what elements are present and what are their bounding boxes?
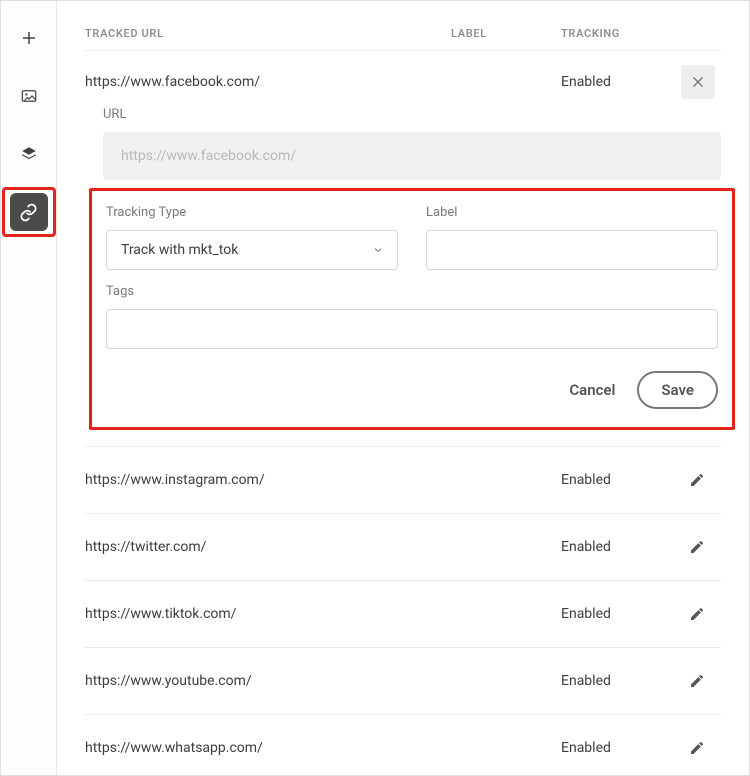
row-url: https://www.instagram.com/ bbox=[85, 472, 451, 488]
edit-button[interactable] bbox=[681, 598, 713, 630]
close-button[interactable] bbox=[681, 65, 715, 99]
table-row: https://twitter.com/ Enabled bbox=[85, 513, 721, 580]
table-header: TRACKED URL LABEL TRACKING bbox=[85, 23, 721, 50]
row-url: https://www.facebook.com/ bbox=[85, 74, 451, 90]
sidebar-item-image[interactable] bbox=[10, 77, 48, 115]
column-header-label: LABEL bbox=[451, 27, 561, 40]
tags-input[interactable] bbox=[106, 309, 718, 349]
url-list: https://www.instagram.com/ Enabled https… bbox=[85, 446, 721, 775]
pencil-icon bbox=[689, 606, 705, 622]
tags-field-label: Tags bbox=[106, 284, 718, 299]
link-icon bbox=[19, 203, 38, 222]
row-tracking: Enabled bbox=[561, 606, 681, 622]
url-field-label: URL bbox=[103, 107, 721, 122]
label-input[interactable] bbox=[426, 230, 718, 270]
table-row: https://www.tiktok.com/ Enabled bbox=[85, 580, 721, 647]
cancel-button[interactable]: Cancel bbox=[569, 381, 615, 399]
expanded-panel: URL https://www.facebook.com/ Tracking T… bbox=[103, 107, 721, 446]
url-display: https://www.facebook.com/ bbox=[103, 132, 721, 180]
tracking-type-select[interactable]: Track with mkt_tok bbox=[106, 230, 398, 270]
table-row-expanded: https://www.facebook.com/ Enabled bbox=[85, 50, 721, 113]
sidebar-item-layers[interactable] bbox=[10, 135, 48, 173]
row-tracking: Enabled bbox=[561, 472, 681, 488]
row-tracking: Enabled bbox=[561, 740, 681, 756]
table-row: https://www.whatsapp.com/ Enabled bbox=[85, 714, 721, 775]
edit-button[interactable] bbox=[681, 531, 713, 563]
pencil-icon bbox=[689, 472, 705, 488]
sidebar bbox=[1, 1, 57, 775]
row-url: https://twitter.com/ bbox=[85, 539, 451, 555]
main-content: TRACKED URL LABEL TRACKING https://www.f… bbox=[57, 1, 749, 775]
row-url: https://www.tiktok.com/ bbox=[85, 606, 451, 622]
row-tracking: Enabled bbox=[561, 539, 681, 555]
edit-button[interactable] bbox=[681, 464, 713, 496]
row-url: https://www.whatsapp.com/ bbox=[85, 740, 451, 756]
row-tracking: Enabled bbox=[561, 74, 681, 90]
layers-icon bbox=[20, 145, 38, 163]
edit-button[interactable] bbox=[681, 665, 713, 697]
row-url: https://www.youtube.com/ bbox=[85, 673, 451, 689]
column-header-tracking: TRACKING bbox=[561, 27, 681, 40]
edit-form-highlight: Tracking Type Track with mkt_tok Label bbox=[89, 188, 735, 430]
sidebar-item-add[interactable] bbox=[10, 19, 48, 57]
pencil-icon bbox=[689, 673, 705, 689]
column-header-url: TRACKED URL bbox=[85, 27, 451, 40]
row-tracking: Enabled bbox=[561, 673, 681, 689]
plus-icon bbox=[20, 29, 38, 47]
pencil-icon bbox=[689, 539, 705, 555]
sidebar-item-links[interactable] bbox=[10, 193, 48, 231]
edit-button[interactable] bbox=[681, 732, 713, 764]
tracking-type-label: Tracking Type bbox=[106, 205, 398, 220]
label-field-label: Label bbox=[426, 205, 718, 220]
table-row: https://www.instagram.com/ Enabled bbox=[85, 446, 721, 513]
pencil-icon bbox=[689, 740, 705, 756]
close-icon bbox=[691, 75, 705, 89]
save-button[interactable]: Save bbox=[637, 371, 718, 409]
table-row: https://www.youtube.com/ Enabled bbox=[85, 647, 721, 714]
image-icon bbox=[20, 87, 38, 105]
